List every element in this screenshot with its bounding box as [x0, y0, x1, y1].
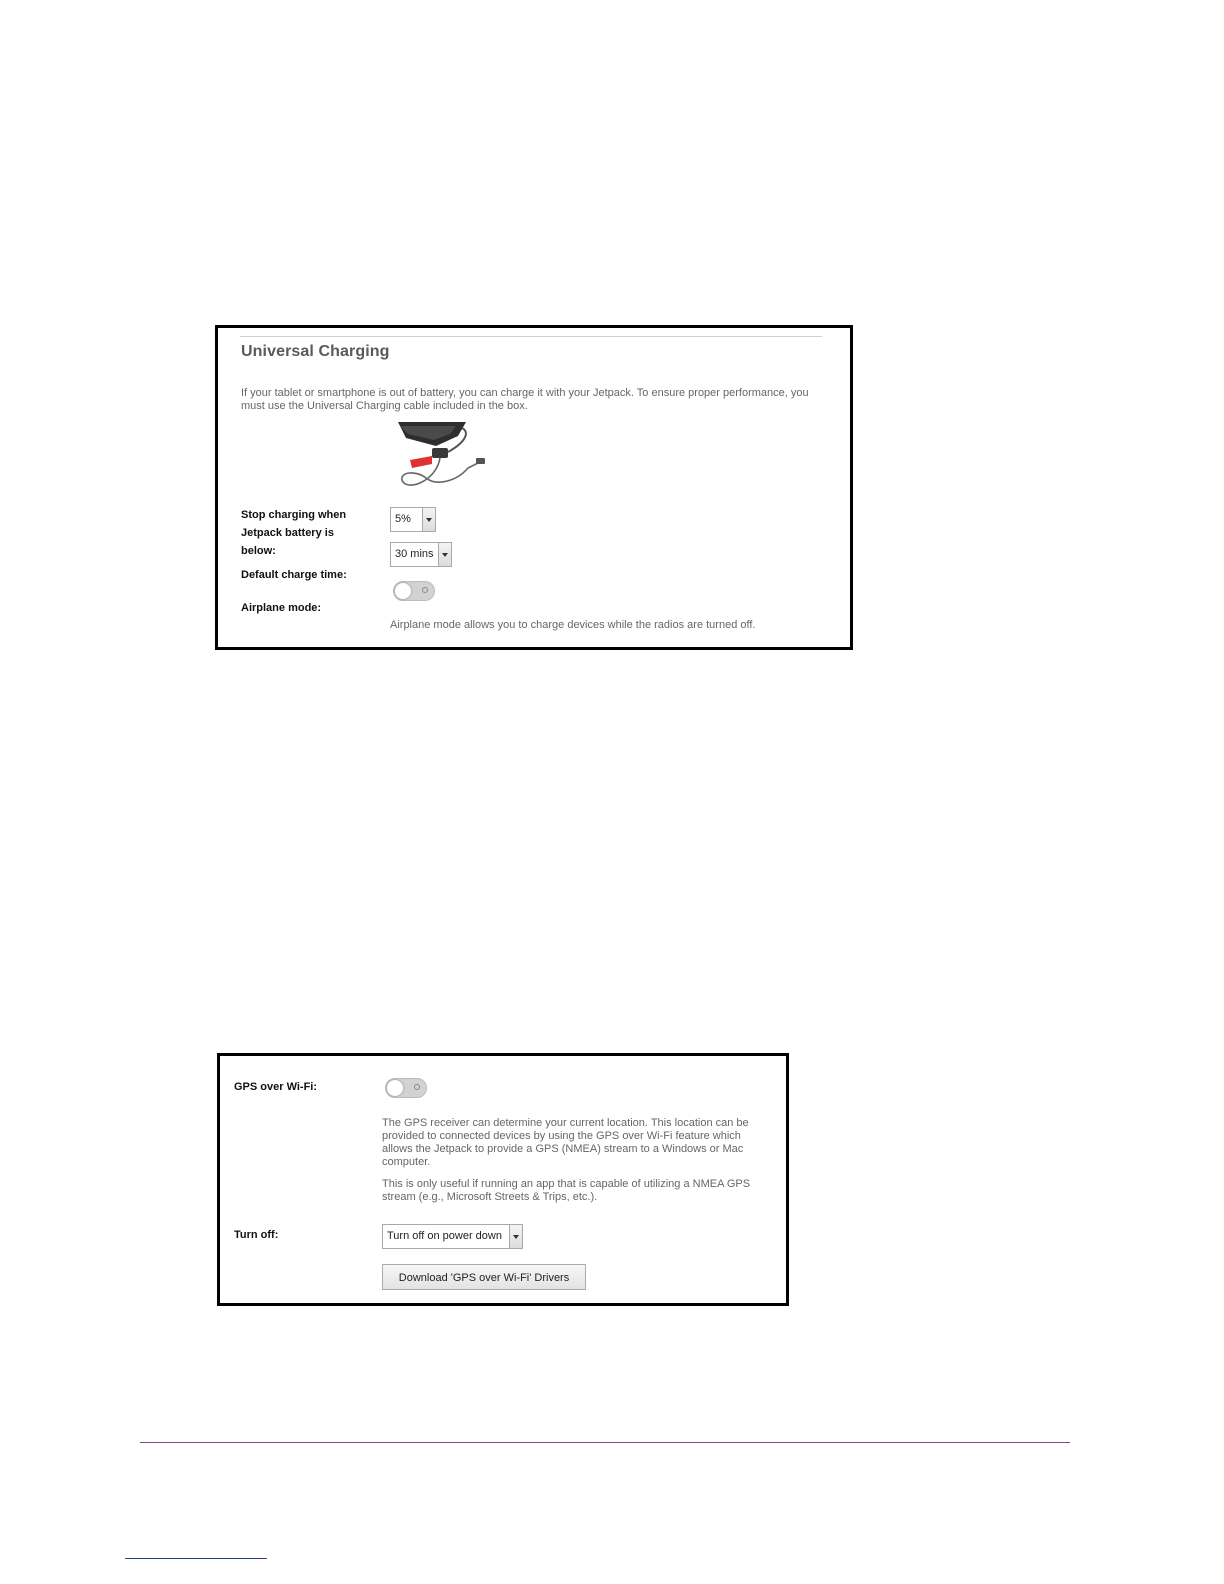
- charging-cable-illustration: [398, 422, 485, 486]
- airplane-mode-toggle[interactable]: [393, 581, 435, 601]
- gps-over-wifi-panel: GPS over Wi-Fi: The GPS receiver can det…: [217, 1053, 789, 1306]
- default-charge-time-select[interactable]: 30 mins: [390, 542, 452, 567]
- gps-over-wifi-toggle[interactable]: [385, 1078, 427, 1098]
- default-charge-time-label: Default charge time:: [241, 569, 347, 581]
- stop-charging-select[interactable]: 5%: [390, 507, 436, 532]
- airplane-mode-label: Airplane mode:: [241, 602, 322, 614]
- universal-charging-panel: Universal Charging If your tablet or sma…: [215, 325, 853, 650]
- stop-charging-label: Stop charging when Jetpack battery is be…: [241, 509, 347, 557]
- turn-off-select[interactable]: Turn off on power down: [382, 1224, 523, 1249]
- chevron-down-icon: [422, 508, 435, 531]
- toggle-off-icon: [422, 587, 428, 593]
- turn-off-label: Turn off:: [234, 1229, 279, 1241]
- toggle-knob: [395, 583, 411, 599]
- charging-description: If your tablet or smartphone is out of b…: [241, 387, 809, 412]
- turn-off-value: Turn off on power down: [387, 1230, 502, 1242]
- airplane-mode-note: Airplane mode allows you to charge devic…: [390, 619, 756, 631]
- footer-link-underline: [125, 1558, 267, 1559]
- chevron-down-icon: [438, 543, 451, 566]
- stop-charging-value: 5%: [395, 513, 411, 525]
- gps-over-wifi-label: GPS over Wi-Fi:: [234, 1081, 318, 1093]
- toggle-knob: [387, 1080, 403, 1096]
- default-charge-time-value: 30 mins: [395, 548, 434, 560]
- gps-usage-note: This is only useful if running an app th…: [382, 1178, 751, 1203]
- download-gps-drivers-button[interactable]: Download 'GPS over Wi-Fi' Drivers: [382, 1264, 586, 1290]
- section-divider: [240, 336, 822, 337]
- toggle-off-icon: [414, 1084, 420, 1090]
- footer-divider: [140, 1442, 1070, 1443]
- gps-description: The GPS receiver can determine your curr…: [382, 1117, 749, 1168]
- chevron-down-icon: [509, 1225, 522, 1248]
- page-title: Universal Charging: [241, 343, 390, 360]
